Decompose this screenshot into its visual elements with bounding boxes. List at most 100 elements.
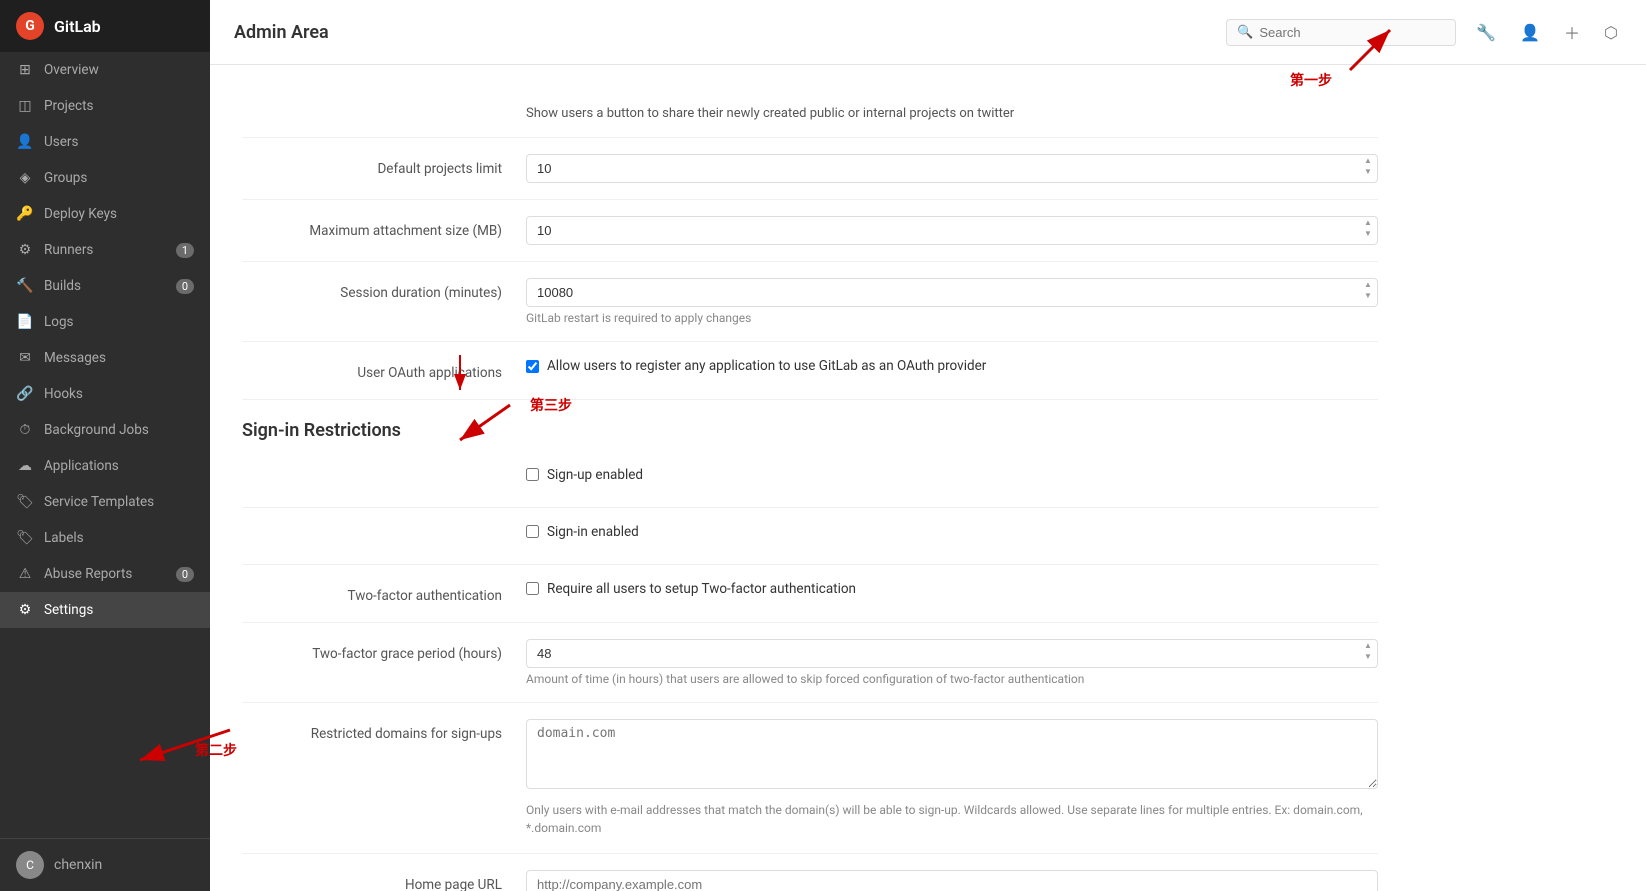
max-attachment-control: ▲ ▼	[526, 216, 1378, 245]
deploy-keys-icon: 🔑	[16, 206, 34, 222]
spinner: ▲ ▼	[1362, 156, 1374, 177]
sidebar-item-abuse-reports[interactable]: ⚠ Abuse Reports 0	[0, 556, 210, 592]
twitter-share-note: Show users a button to share their newly…	[526, 106, 1014, 121]
abuse-reports-icon: ⚠	[16, 566, 34, 582]
signin-enabled-label	[242, 524, 502, 530]
two-factor-checkbox-row: Require all users to setup Two-factor au…	[526, 581, 1378, 597]
two-factor-grace-note: Amount of time (in hours) that users are…	[526, 672, 1378, 686]
search-input[interactable]	[1259, 25, 1445, 40]
sidebar-item-settings[interactable]: ⚙ Settings	[0, 592, 210, 628]
signup-enabled-checkbox[interactable]	[526, 468, 539, 481]
restricted-domains-row: Restricted domains for sign-ups Only use…	[242, 703, 1378, 854]
default-projects-limit-control: ▲ ▼	[526, 154, 1378, 183]
signin-enabled-row: Sign-in enabled	[242, 508, 1378, 565]
sidebar-label-projects: Projects	[44, 98, 94, 114]
sidebar-item-labels[interactable]: 🏷 Labels	[0, 520, 210, 556]
runners-badge: 1	[176, 243, 194, 258]
sidebar-item-runners[interactable]: ⚙ Runners 1	[0, 232, 210, 268]
spinner4-up[interactable]: ▲	[1362, 641, 1374, 651]
two-factor-label: Two-factor authentication	[242, 581, 502, 606]
sidebar-label-groups: Groups	[44, 170, 87, 186]
signup-enabled-row: Sign-up enabled	[242, 451, 1378, 508]
gitlab-logo: G	[16, 12, 44, 40]
groups-icon: ◈	[16, 170, 34, 186]
sidebar-label-builds: Builds	[44, 278, 81, 294]
user-name: chenxin	[54, 857, 102, 873]
signout-icon[interactable]: ⬡	[1600, 19, 1622, 46]
sidebar-header: G GitLab	[0, 0, 210, 52]
abuse-reports-badge: 0	[176, 567, 194, 582]
max-attachment-input[interactable]	[526, 216, 1378, 245]
two-factor-checkbox[interactable]	[526, 582, 539, 595]
home-page-url-row: Home page URL We will redirect non-logge…	[242, 854, 1378, 891]
overview-icon: ⊞	[16, 62, 34, 78]
sign-in-restrictions-heading: Sign-in Restrictions	[242, 400, 1378, 451]
wrench-icon[interactable]: 🔧	[1472, 19, 1500, 46]
max-attachment-wrap: ▲ ▼	[526, 216, 1378, 245]
spinner4-down[interactable]: ▼	[1362, 652, 1374, 662]
default-projects-limit-input[interactable]	[526, 154, 1378, 183]
header-actions: 🔍 🔧 👤 ＋ ⬡	[1226, 16, 1622, 48]
sidebar: G GitLab ⊞ Overview ◫ Projects 👤 Users ◈…	[0, 0, 210, 891]
spinner3-down[interactable]: ▼	[1362, 291, 1374, 301]
sidebar-item-deploy-keys[interactable]: 🔑 Deploy Keys	[0, 196, 210, 232]
sidebar-item-service-templates[interactable]: 🏷 Service Templates	[0, 484, 210, 520]
sidebar-label-overview: Overview	[44, 62, 99, 78]
spinner3-up[interactable]: ▲	[1362, 280, 1374, 290]
spinner2-up[interactable]: ▲	[1362, 218, 1374, 228]
builds-icon: 🔨	[16, 278, 34, 294]
background-jobs-icon: ⏱	[16, 422, 34, 438]
two-factor-control: Require all users to setup Two-factor au…	[526, 581, 1378, 605]
sidebar-label-users: Users	[44, 134, 78, 150]
sidebar-item-background-jobs[interactable]: ⏱ Background Jobs	[0, 412, 210, 448]
home-page-url-label: Home page URL	[242, 870, 502, 891]
sidebar-item-hooks[interactable]: 🔗 Hooks	[0, 376, 210, 412]
signin-enabled-checkbox-row: Sign-in enabled	[526, 524, 1378, 540]
signin-enabled-control: Sign-in enabled	[526, 524, 1378, 548]
sidebar-label-messages: Messages	[44, 350, 106, 366]
signin-enabled-checkbox[interactable]	[526, 525, 539, 538]
default-projects-limit-wrap: ▲ ▼	[526, 154, 1378, 183]
max-attachment-row: Maximum attachment size (MB) ▲ ▼	[242, 200, 1378, 262]
sidebar-item-applications[interactable]: ☁ Applications	[0, 448, 210, 484]
sidebar-label-background-jobs: Background Jobs	[44, 422, 149, 438]
spinner3: ▲ ▼	[1362, 280, 1374, 301]
home-page-url-input[interactable]	[526, 870, 1378, 891]
twitter-share-label	[242, 105, 502, 111]
spinner-up[interactable]: ▲	[1362, 156, 1374, 166]
spinner-down[interactable]: ▼	[1362, 167, 1374, 177]
applications-icon: ☁	[16, 458, 34, 474]
restricted-domains-input[interactable]	[526, 719, 1378, 789]
spinner2-down[interactable]: ▼	[1362, 229, 1374, 239]
search-box[interactable]: 🔍	[1226, 19, 1456, 46]
two-factor-row: Two-factor authentication Require all us…	[242, 565, 1378, 623]
two-factor-grace-wrap: ▲ ▼	[526, 639, 1378, 668]
sidebar-item-projects[interactable]: ◫ Projects	[0, 88, 210, 124]
session-duration-input[interactable]	[526, 278, 1378, 307]
two-factor-grace-input[interactable]	[526, 639, 1378, 668]
sidebar-item-users[interactable]: 👤 Users	[0, 124, 210, 160]
app-name: GitLab	[54, 17, 101, 36]
sidebar-item-overview[interactable]: ⊞ Overview	[0, 52, 210, 88]
home-page-url-control: We will redirect non-logged in users to …	[526, 870, 1378, 891]
sidebar-item-logs[interactable]: 📄 Logs	[0, 304, 210, 340]
sidebar-item-builds[interactable]: 🔨 Builds 0	[0, 268, 210, 304]
signin-enabled-checkbox-label: Sign-in enabled	[547, 524, 639, 540]
default-projects-limit-label: Default projects limit	[242, 154, 502, 179]
restricted-domains-control: Only users with e-mail addresses that ma…	[526, 719, 1378, 837]
sidebar-label-hooks: Hooks	[44, 386, 83, 402]
plus-icon[interactable]: ＋	[1560, 16, 1584, 48]
user-oauth-checkbox-row: Allow users to register any application …	[526, 358, 1378, 374]
user-icon[interactable]: 👤	[1516, 19, 1544, 46]
sidebar-item-messages[interactable]: ✉ Messages	[0, 340, 210, 376]
sidebar-item-groups[interactable]: ◈ Groups	[0, 160, 210, 196]
sidebar-label-settings: Settings	[44, 602, 93, 618]
user-oauth-checkbox[interactable]	[526, 360, 539, 373]
restricted-domains-note: Only users with e-mail addresses that ma…	[526, 801, 1378, 837]
two-factor-grace-control: ▲ ▼ Amount of time (in hours) that users…	[526, 639, 1378, 686]
signup-enabled-checkbox-row: Sign-up enabled	[526, 467, 1378, 483]
sidebar-label-applications: Applications	[44, 458, 119, 474]
session-duration-note: GitLab restart is required to apply chan…	[526, 311, 1378, 325]
runners-icon: ⚙	[16, 242, 34, 258]
main-area: Admin Area 🔍 🔧 👤 ＋ ⬡ Show users a button…	[210, 0, 1646, 891]
